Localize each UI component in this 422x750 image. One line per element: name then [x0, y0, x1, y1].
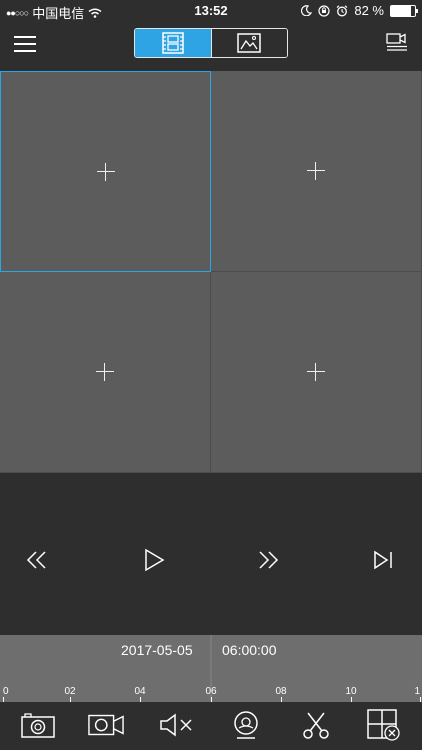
timeline-tick-label: 06 [205, 686, 217, 697]
tab-picture[interactable] [210, 29, 287, 57]
playback-controls [0, 473, 422, 635]
moon-icon [301, 5, 313, 16]
timeline-tick-label: 08 [275, 686, 287, 697]
fisheye-icon [234, 711, 258, 739]
timeline-tick-label: 0 [3, 686, 9, 697]
video-window-3[interactable] [0, 272, 211, 473]
rewind-button[interactable] [25, 548, 49, 572]
timeline-date: 2017-05-05 [121, 642, 193, 658]
mute-icon [160, 713, 192, 737]
battery-text: 82 % [354, 3, 384, 18]
play-icon [145, 548, 165, 572]
add-channel-icon[interactable] [307, 162, 325, 180]
orientation-lock-icon [318, 4, 330, 17]
battery-icon [390, 4, 418, 17]
status-bar: ●●○○○ 中国电信 13:52 82 % [0, 0, 422, 22]
menu-icon[interactable] [14, 34, 36, 52]
snapshot-icon [21, 713, 55, 738]
close-all-windows-icon [367, 709, 400, 741]
record-list-button[interactable] [386, 32, 408, 52]
record-button[interactable] [88, 710, 124, 740]
record-list-icon [386, 33, 407, 51]
record-icon [88, 714, 124, 736]
alarm-icon [336, 4, 348, 16]
timeline-tick-label: 1 [414, 686, 420, 697]
timeline-tick-label: 04 [134, 686, 146, 697]
bottom-toolbar [0, 702, 422, 750]
add-channel-icon[interactable] [307, 363, 325, 381]
timeline[interactable]: 2017-05-05 06:00:00 0 02 04 06 08 10 1 [0, 635, 422, 702]
play-button[interactable] [142, 548, 166, 572]
fisheye-button[interactable] [228, 710, 264, 740]
status-right: 82 % [301, 3, 418, 18]
timeline-tick-label: 02 [64, 686, 76, 697]
picture-icon [237, 33, 261, 53]
close-all-windows-button[interactable] [366, 709, 402, 741]
video-window-2[interactable] [211, 71, 422, 272]
timeline-tick-label: 10 [345, 686, 357, 697]
snapshot-button[interactable] [20, 710, 56, 740]
clip-button[interactable] [298, 710, 334, 740]
battery-fill [391, 5, 411, 16]
timeline-time: 06:00:00 [222, 642, 277, 658]
rewind-icon [26, 551, 46, 569]
header [0, 22, 422, 70]
add-channel-icon[interactable] [96, 363, 114, 381]
mode-switch [134, 28, 288, 58]
mute-button[interactable] [158, 710, 194, 740]
fast-forward-button[interactable] [256, 548, 280, 572]
tab-video-playback[interactable] [135, 29, 211, 57]
add-channel-icon[interactable] [96, 162, 115, 181]
clip-icon [303, 712, 329, 739]
video-window-1[interactable] [0, 71, 211, 272]
next-frame-button[interactable] [372, 548, 396, 572]
next-frame-icon [374, 550, 392, 570]
fast-forward-icon [259, 551, 279, 569]
video-playback-icon [162, 32, 184, 54]
video-window-4[interactable] [211, 272, 422, 473]
video-grid [0, 71, 422, 473]
